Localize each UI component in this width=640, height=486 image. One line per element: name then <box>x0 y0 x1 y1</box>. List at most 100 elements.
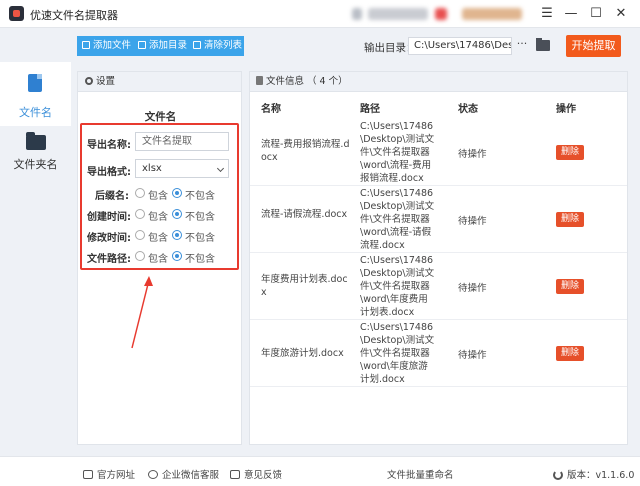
file-name: 年度旅游计划.docx <box>261 348 344 359</box>
start-extract-button[interactable]: 开始提取 <box>566 35 621 57</box>
file-status: 待操作 <box>458 283 487 294</box>
file-path: C:\Users\17486\Desktop\测试文件\文件名提取器\word\… <box>360 188 435 251</box>
arrow-shaft <box>131 279 150 349</box>
option-label-created: 创建时间: <box>87 212 131 223</box>
radio-path-include-label: 包含 <box>148 254 168 265</box>
feedback-icon <box>230 470 240 479</box>
folder-icon <box>26 132 46 150</box>
radio-path-exclude-label: 不包含 <box>185 254 215 265</box>
col-header-path: 路径 <box>360 104 380 115</box>
col-header-name: 名称 <box>261 104 281 115</box>
left-nav: 文件名 文件夹名 <box>0 62 71 452</box>
settings-header: 设置 <box>78 72 241 92</box>
option-label-modified: 修改时间: <box>87 233 131 244</box>
monitor-icon <box>83 470 93 479</box>
file-list-panel: 文件信息 （ 4 个） 名称 路径 状态 操作 流程-费用报销流程.docx C… <box>249 71 628 445</box>
open-folder-icon[interactable] <box>536 38 550 51</box>
file-name: 年度费用计划表.docx <box>261 274 348 298</box>
blurred-badge <box>435 8 447 20</box>
feedback-label: 意见反馈 <box>244 470 283 481</box>
radio-path-exclude[interactable] <box>172 251 182 261</box>
table-row[interactable]: 流程-请假流程.docx C:\Users\17486\Desktop\测试文件… <box>250 186 627 253</box>
arrow-head <box>144 276 153 286</box>
nav-item-foldername[interactable]: 文件夹名 <box>0 126 71 190</box>
minimize-icon[interactable]: — <box>560 4 582 24</box>
export-name-input[interactable]: 文件名提取 <box>135 132 229 151</box>
option-label-path: 文件路径: <box>87 254 131 265</box>
settings-header-label: 设置 <box>96 76 116 87</box>
radio-suffix-include-label: 包含 <box>148 191 168 202</box>
file-icon <box>28 74 42 92</box>
option-label-suffix: 后缀名: <box>95 191 129 202</box>
col-header-action: 操作 <box>556 104 576 115</box>
radio-path-include[interactable] <box>135 251 145 261</box>
settings-panel: 设置 文件名 导出名称: 文件名提取 导出格式: xlsx 后缀名: 包含 不包… <box>77 71 242 445</box>
wechat-support-link[interactable]: 企业微信客服 <box>148 467 219 481</box>
file-name: 流程-请假流程.docx <box>261 209 348 220</box>
radio-modified-exclude[interactable] <box>172 230 182 240</box>
radio-suffix-include[interactable] <box>135 188 145 198</box>
add-file-icon <box>82 41 90 49</box>
section-title: 文件名 <box>144 111 177 123</box>
delete-button[interactable]: 删除 <box>556 145 584 160</box>
toolbar: 添加文件 添加目录 清除列表 <box>77 36 244 56</box>
file-name: 流程-费用报销流程.docx <box>261 139 350 163</box>
table-row[interactable]: 年度费用计划表.docx C:\Users\17486\Desktop\测试文件… <box>250 253 627 320</box>
status-bar: 官方网址 企业微信客服 意见反馈 文件批量重命名 版本：v1.1.6.0 <box>0 456 640 486</box>
radio-created-include[interactable] <box>135 209 145 219</box>
radio-modified-exclude-label: 不包含 <box>185 233 215 244</box>
wechat-label: 企业微信客服 <box>162 470 220 481</box>
radio-suffix-exclude[interactable] <box>172 188 182 198</box>
menu-icon[interactable]: ☰ <box>536 4 558 24</box>
output-dir-input[interactable]: C:\Users\17486\Deskto <box>408 37 512 55</box>
blurred-avatar <box>352 8 362 20</box>
chat-icon <box>148 470 158 479</box>
gear-icon <box>85 77 93 85</box>
radio-modified-include[interactable] <box>135 230 145 240</box>
maximize-icon[interactable]: ☐ <box>585 4 607 24</box>
delete-button[interactable]: 删除 <box>556 212 584 227</box>
file-status: 待操作 <box>458 216 487 227</box>
title-bar: 优速文件名提取器 ☰ — ☐ ✕ <box>0 0 640 28</box>
add-dir-icon <box>138 41 146 49</box>
file-status: 待操作 <box>458 350 487 361</box>
export-format-select[interactable]: xlsx <box>135 159 229 178</box>
table-row[interactable]: 流程-费用报销流程.docx C:\Users\17486\Desktop\测试… <box>250 119 627 186</box>
annotation-arrow <box>131 276 153 349</box>
chevron-down-icon <box>216 164 225 173</box>
nav-label-filename: 文件名 <box>19 106 52 119</box>
delete-button[interactable]: 删除 <box>556 346 584 361</box>
add-dir-button[interactable]: 添加目录 <box>138 36 187 56</box>
file-status: 待操作 <box>458 149 487 160</box>
col-header-status: 状态 <box>458 104 478 115</box>
website-label: 官方网址 <box>97 470 136 481</box>
delete-button[interactable]: 删除 <box>556 279 584 294</box>
add-file-button[interactable]: 添加文件 <box>82 36 131 56</box>
table-row[interactable]: 年度旅游计划.docx C:\Users\17486\Desktop\测试文件\… <box>250 320 627 387</box>
add-dir-label: 添加目录 <box>149 40 188 51</box>
nav-item-filename[interactable]: 文件名 <box>0 62 71 126</box>
website-link[interactable]: 官方网址 <box>83 467 135 481</box>
add-file-label: 添加文件 <box>93 40 132 51</box>
batch-rename-link[interactable]: 文件批量重命名 <box>387 467 454 481</box>
close-icon[interactable]: ✕ <box>610 4 632 24</box>
radio-suffix-exclude-label: 不包含 <box>185 191 215 202</box>
radio-created-exclude[interactable] <box>172 209 182 219</box>
export-format-value: xlsx <box>142 163 162 174</box>
radio-created-exclude-label: 不包含 <box>185 212 215 223</box>
blurred-vip <box>462 8 522 20</box>
file-list-header: 文件信息 （ 4 个） <box>250 72 627 92</box>
app-logo-icon <box>9 6 24 21</box>
browse-more-button[interactable]: ··· <box>515 37 529 55</box>
version-label: 版本：v1.1.6.0 <box>567 470 635 481</box>
nav-label-foldername: 文件夹名 <box>13 158 58 171</box>
file-info-icon <box>256 76 263 85</box>
clear-list-button[interactable]: 清除列表 <box>193 36 242 56</box>
clear-list-label: 清除列表 <box>204 40 243 51</box>
file-list-header-label: 文件信息 （ 4 个） <box>266 76 348 87</box>
feedback-link[interactable]: 意见反馈 <box>230 467 282 481</box>
file-path: C:\Users\17486\Desktop\测试文件\文件名提取器\word\… <box>360 322 435 385</box>
file-path: C:\Users\17486\Desktop\测试文件\文件名提取器\word\… <box>360 255 435 318</box>
version-info[interactable]: 版本：v1.1.6.0 <box>553 467 634 481</box>
radio-modified-include-label: 包含 <box>148 233 168 244</box>
